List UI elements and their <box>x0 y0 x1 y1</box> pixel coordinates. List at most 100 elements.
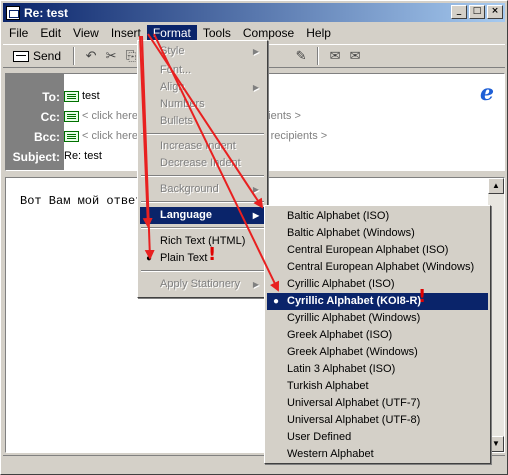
language-item-label: Latin 3 Alphabet (ISO) <box>287 363 396 375</box>
title-bar[interactable]: Re: test _ □ × <box>3 3 505 22</box>
submenu-arrow-icon: ▶ <box>252 211 259 220</box>
menu-tools-label: Tools <box>202 25 231 40</box>
scroll-up-icon[interactable]: ▲ <box>488 178 504 194</box>
format-menu-increase-indent[interactable]: Increase Indent <box>140 138 265 155</box>
menu-tools[interactable]: Tools <box>197 25 237 41</box>
send-icon <box>13 50 29 62</box>
radio-bullet-icon: ● <box>273 296 280 307</box>
language-item[interactable]: Cyrillic Alphabet (Windows) <box>267 310 488 327</box>
menu-help-label: Help <box>306 25 331 40</box>
menu-format-label: Format <box>152 25 191 40</box>
check-names-icon[interactable]: ✉ <box>345 47 365 65</box>
language-item-label: Central European Alphabet (Windows) <box>287 261 475 273</box>
menu-insert[interactable]: Insert <box>105 25 147 41</box>
cut-icon[interactable]: ✂ <box>101 47 121 65</box>
format-menu-style[interactable]: Style ▶ <box>140 43 265 60</box>
language-item-label: User Defined <box>287 431 352 443</box>
language-item-label: Greek Alphabet (ISO) <box>287 329 393 341</box>
language-item-label: Turkish Alphabet <box>287 380 369 392</box>
minimize-button[interactable]: _ <box>451 5 467 19</box>
language-item-selected[interactable]: ● Cyrillic Alphabet (KOI8-R) <box>267 293 488 310</box>
menu-item-label: Rich Text (HTML) <box>160 235 246 247</box>
to-field[interactable]: test <box>64 90 100 102</box>
menu-format[interactable]: Format <box>146 24 197 41</box>
format-menu-numbers[interactable]: Numbers <box>140 96 265 113</box>
menu-item-label: Language <box>160 209 212 221</box>
format-menu-language[interactable]: Language ▶ <box>140 207 265 224</box>
language-item[interactable]: User Defined <box>267 429 488 446</box>
language-item[interactable]: Greek Alphabet (ISO) <box>267 327 488 344</box>
language-item[interactable]: Central European Alphabet (Windows) <box>267 259 488 276</box>
language-item-label: Central European Alphabet (ISO) <box>287 244 449 256</box>
format-menu-plain-text[interactable]: ● Plain Text <box>140 250 265 267</box>
language-item-label: Cyrillic Alphabet (ISO) <box>287 278 395 290</box>
language-item[interactable]: Central European Alphabet (ISO) <box>267 242 488 259</box>
language-item[interactable]: Latin 3 Alphabet (ISO) <box>267 361 488 378</box>
address-card-icon <box>64 130 79 142</box>
menu-help[interactable]: Help <box>300 25 337 41</box>
format-menu-decrease-indent[interactable]: Decrease Indent <box>140 155 265 172</box>
subject-label: Subject: <box>12 150 60 164</box>
bcc-label: Bcc: <box>33 130 60 144</box>
language-submenu: Baltic Alphabet (ISO) Baltic Alphabet (W… <box>264 205 491 464</box>
menu-file-label: File <box>9 25 29 40</box>
format-menu-apply-stationery[interactable]: Apply Stationery ▶ <box>140 276 265 293</box>
language-item[interactable]: Baltic Alphabet (Windows) <box>267 225 488 242</box>
language-item-label: Cyrillic Alphabet (Windows) <box>287 312 421 324</box>
format-menu-align[interactable]: Align ▶ <box>140 79 265 96</box>
language-item[interactable]: Turkish Alphabet <box>267 378 488 395</box>
send-label: Send <box>33 49 62 63</box>
menu-edit[interactable]: Edit <box>34 25 67 41</box>
internet-explorer-icon: e <box>480 80 494 106</box>
menu-view-label: View <box>73 25 99 40</box>
format-menu-rich-text[interactable]: Rich Text (HTML) <box>140 233 265 250</box>
address-card-icon <box>64 90 79 102</box>
menu-insert-label: Insert <box>110 25 141 40</box>
menu-item-label: Font... <box>160 64 192 76</box>
menu-item-label: Style <box>160 45 185 57</box>
subject-value: Re: test <box>64 150 102 162</box>
menu-view[interactable]: View <box>67 25 105 41</box>
radio-bullet-icon: ● <box>146 253 153 264</box>
submenu-arrow-icon: ▶ <box>252 83 259 92</box>
address-book-icon[interactable]: ✉ <box>325 47 345 65</box>
language-item[interactable]: Greek Alphabet (Windows) <box>267 344 488 361</box>
undo-icon[interactable]: ↶ <box>81 47 101 65</box>
window-title: Re: test <box>24 5 69 20</box>
language-item[interactable]: Universal Alphabet (UTF-7) <box>267 395 488 412</box>
menu-separator <box>141 227 264 229</box>
to-value: test <box>82 90 100 102</box>
format-menu-bullets[interactable]: Bullets <box>140 113 265 130</box>
annotation-exclamation: ! <box>418 286 427 307</box>
format-menu-background[interactable]: Background ▶ <box>140 181 265 198</box>
language-item-label: Greek Alphabet (Windows) <box>287 346 418 358</box>
header-labels: To: Cc: Bcc: Subject: <box>6 74 64 170</box>
format-menu: Style ▶ Font... Align ▶ Numbers Bullets In… <box>137 40 268 298</box>
language-item[interactable]: Cyrillic Alphabet (ISO) <box>267 276 488 293</box>
language-item[interactable]: Baltic Alphabet (ISO) <box>267 208 488 225</box>
format-menu-font[interactable]: Font... <box>140 62 265 79</box>
menu-item-label: Numbers <box>160 98 205 110</box>
menu-separator <box>141 175 264 177</box>
language-item-label: Universal Alphabet (UTF-7) <box>287 397 421 409</box>
menu-item-label: Decrease Indent <box>160 157 241 169</box>
menu-separator <box>141 201 264 203</box>
subject-field[interactable]: Re: test <box>64 150 102 162</box>
send-button[interactable]: Send <box>7 47 67 65</box>
menu-item-label: Increase Indent <box>160 140 236 152</box>
language-item-label: Western Alphabet <box>287 448 374 460</box>
submenu-arrow-icon: ▶ <box>252 47 259 56</box>
toolbar-separator <box>73 47 76 65</box>
toolbar-separator-2 <box>317 47 320 65</box>
body-text: Вот Вам мой ответ <box>20 194 143 208</box>
menu-item-label: Plain Text <box>160 252 208 264</box>
menu-compose-label: Compose <box>242 25 295 40</box>
language-item[interactable]: Western Alphabet <box>267 446 488 463</box>
menu-file[interactable]: File <box>3 25 34 41</box>
maximize-button[interactable]: □ <box>469 5 485 19</box>
language-item[interactable]: Universal Alphabet (UTF-8) <box>267 412 488 429</box>
close-button[interactable]: × <box>487 5 503 19</box>
language-item-label: Universal Alphabet (UTF-8) <box>287 414 421 426</box>
menu-compose[interactable]: Compose <box>237 25 300 41</box>
sign-icon[interactable]: ✎ <box>291 47 311 65</box>
